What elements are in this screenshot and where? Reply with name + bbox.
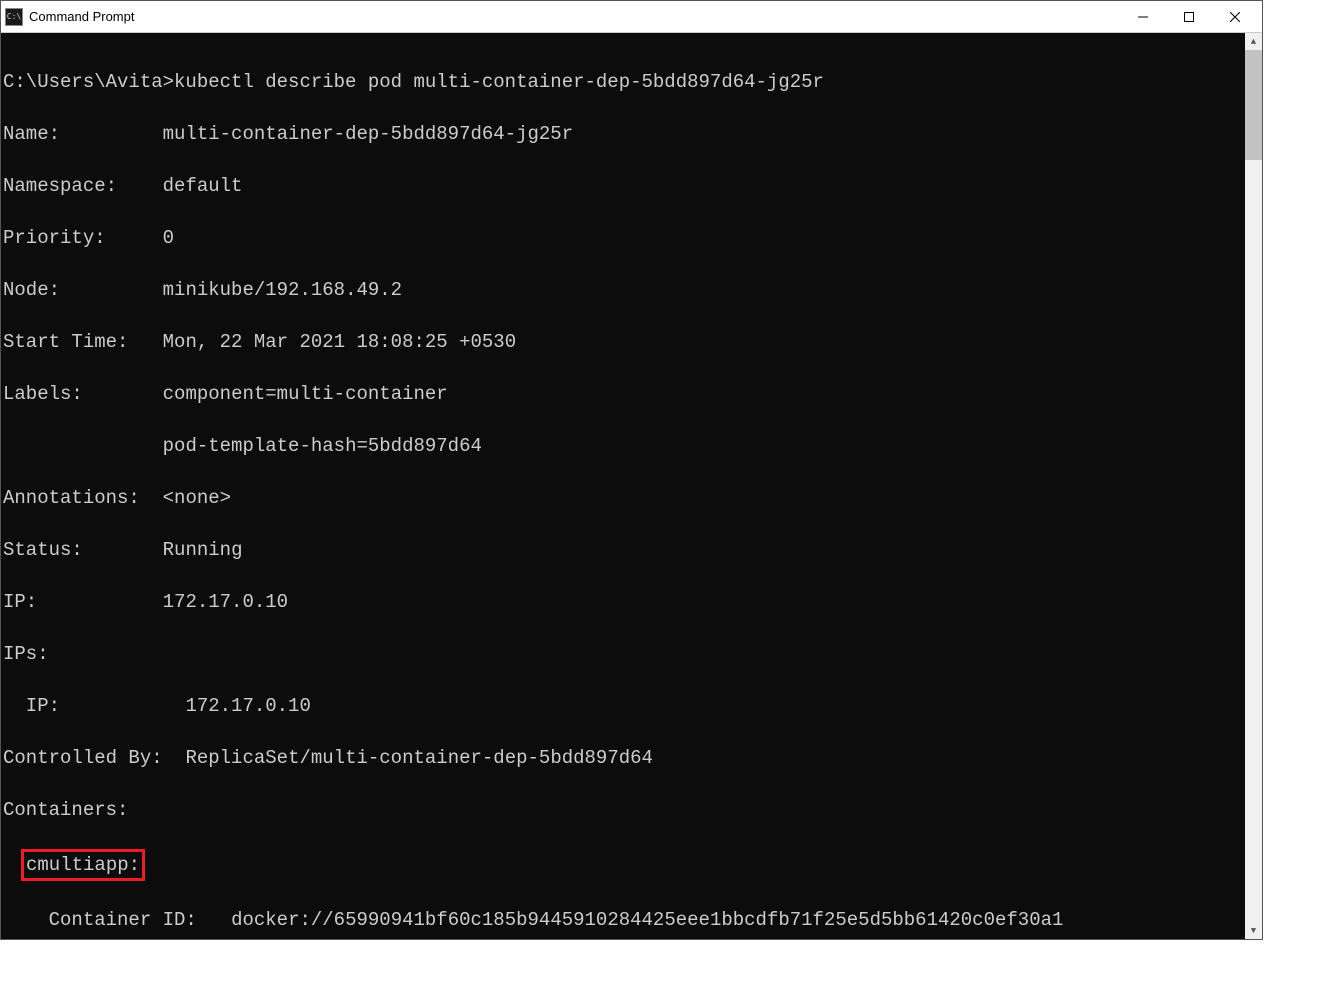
prompt: C:\Users\Avita> — [3, 71, 174, 93]
field-starttime-value: Mon, 22 Mar 2021 18:08:25 +0530 — [163, 331, 516, 353]
field-labels-value-2: pod-template-hash=5bdd897d64 — [163, 435, 482, 457]
field-labels-value-1: component=multi-container — [163, 383, 448, 405]
field-node-value: minikube/192.168.49.2 — [163, 279, 402, 301]
c1-cid-label: Container ID: — [3, 909, 197, 931]
scrollbar-up-button[interactable]: ▲ — [1245, 33, 1262, 50]
field-ip-label: IP: — [3, 591, 37, 613]
field-namespace-value: default — [163, 175, 243, 197]
field-containers-label: Containers: — [3, 799, 128, 821]
titlebar[interactable]: C:\ Command Prompt — [1, 1, 1262, 33]
field-starttime-label: Start Time: — [3, 331, 128, 353]
field-labels-label: Labels: — [3, 383, 83, 405]
field-name-value: multi-container-dep-5bdd897d64-jg25r — [163, 123, 573, 145]
window-frame: C:\ Command Prompt C:\Users\Avita>kubect… — [0, 0, 1263, 940]
client-area: C:\Users\Avita>kubectl describe pod mult… — [1, 33, 1262, 939]
field-name-label: Name: — [3, 123, 60, 145]
field-status-label: Status: — [3, 539, 83, 561]
field-controlledby-value: ReplicaSet/multi-container-dep-5bdd897d6… — [185, 747, 652, 769]
field-ips-label: IPs: — [3, 643, 49, 665]
field-controlledby-label: Controlled By: — [3, 747, 163, 769]
terminal-output[interactable]: C:\Users\Avita>kubectl describe pod mult… — [1, 33, 1245, 939]
window-controls — [1120, 2, 1258, 32]
field-status-value: Running — [163, 539, 243, 561]
field-priority-label: Priority: — [3, 227, 106, 249]
maximize-button[interactable] — [1166, 2, 1212, 32]
container-name-cmultiapp-highlight: cmultiapp: — [21, 849, 145, 881]
window-title: Command Prompt — [29, 9, 1120, 24]
field-ip-value: 172.17.0.10 — [163, 591, 288, 613]
c1-cid-value: docker://65990941bf60c185b9445910284425e… — [231, 909, 1063, 931]
field-ips-inner-value: 172.17.0.10 — [185, 695, 310, 717]
field-annotations-label: Annotations: — [3, 487, 140, 509]
vertical-scrollbar[interactable]: ▲ ▼ — [1245, 33, 1262, 939]
cmd-icon: C:\ — [5, 8, 23, 26]
close-button[interactable] — [1212, 2, 1258, 32]
field-priority-value: 0 — [163, 227, 174, 249]
field-node-label: Node: — [3, 279, 60, 301]
scrollbar-thumb[interactable] — [1245, 50, 1262, 160]
scrollbar-down-button[interactable]: ▼ — [1245, 922, 1262, 939]
field-ips-inner-label: IP: — [3, 695, 60, 717]
minimize-button[interactable] — [1120, 2, 1166, 32]
command: kubectl describe pod multi-container-dep… — [174, 71, 824, 93]
field-annotations-value: <none> — [163, 487, 231, 509]
field-namespace-label: Namespace: — [3, 175, 117, 197]
